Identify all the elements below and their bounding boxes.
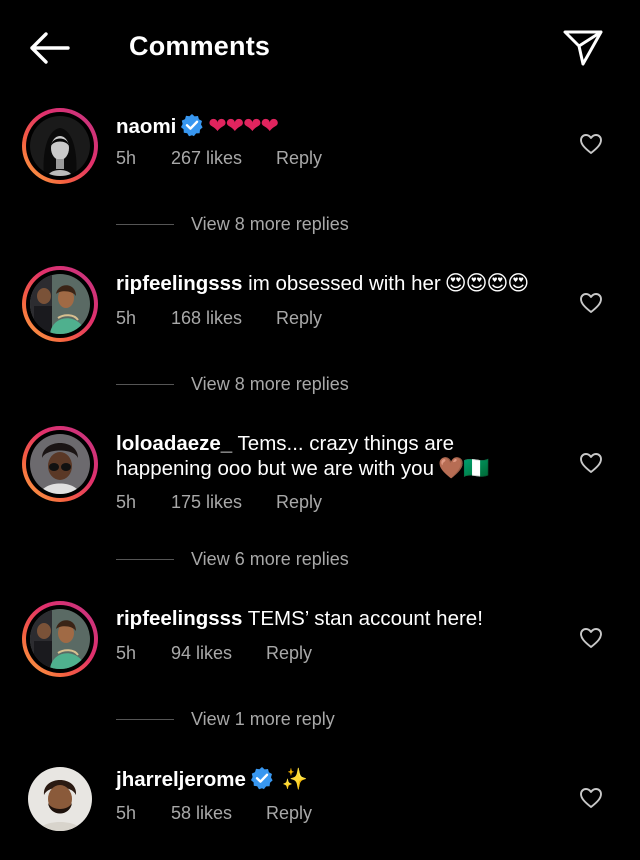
reply-button[interactable]: Reply: [276, 492, 322, 513]
comment-text: jharreljerome ✨: [116, 766, 566, 792]
story-ring[interactable]: [22, 266, 98, 342]
avatar: [30, 434, 90, 494]
divider-line: [116, 224, 174, 225]
like-count[interactable]: 58 likes: [171, 803, 232, 824]
emoji-group: 😍😍😍😍: [444, 272, 530, 295]
comment-username[interactable]: ripfeelingsss: [116, 607, 242, 630]
comment-body-line2: happening ooo but we are with you: [116, 457, 434, 480]
reply-button[interactable]: Reply: [276, 148, 322, 169]
comment-time: 5h: [116, 308, 137, 328]
story-ring[interactable]: [22, 426, 98, 502]
comment-username[interactable]: naomi: [116, 115, 176, 138]
avatar: [28, 767, 92, 831]
like-count[interactable]: 175 likes: [171, 492, 242, 513]
story-ring[interactable]: [22, 601, 98, 677]
divider-line: [116, 719, 174, 720]
comment-body: Tems... crazy things are: [237, 432, 455, 455]
comment-username[interactable]: loloadaeze_: [116, 432, 232, 455]
share-button[interactable]: [562, 27, 604, 67]
avatar-frame[interactable]: [22, 761, 98, 837]
comment-text: naomi ❤❤❤❤: [116, 113, 566, 139]
page-title: Comments: [129, 31, 271, 61]
header-bar: Comments: [0, 0, 640, 96]
like-count[interactable]: 168 likes: [171, 308, 242, 329]
reply-button[interactable]: Reply: [266, 803, 312, 824]
comment-body: im obsessed with her: [248, 272, 441, 295]
avatar: [30, 274, 90, 334]
divider-line: [116, 384, 174, 385]
paper-plane-icon: [563, 30, 603, 66]
story-ring[interactable]: [22, 108, 98, 184]
like-count[interactable]: 94 likes: [171, 643, 232, 664]
divider-line: [116, 559, 174, 560]
arrow-left-icon: [30, 32, 70, 64]
heart-icon[interactable]: [579, 132, 603, 156]
comment-time: 5h: [116, 643, 137, 663]
comment-text: ripfeelingsss im obsessed with her 😍😍😍😍: [116, 271, 566, 296]
comment-text: ripfeelingsss TEMS’ stan account here!: [116, 606, 566, 631]
heart-icon[interactable]: [579, 786, 603, 810]
heart-icon[interactable]: [579, 626, 603, 650]
reply-button[interactable]: Reply: [266, 643, 312, 664]
comment-username[interactable]: ripfeelingsss: [116, 272, 242, 295]
emoji-group: 🤎🇳🇬: [437, 457, 489, 480]
comment-time: 5h: [116, 148, 137, 168]
verified-badge-icon: [250, 767, 273, 790]
heart-icon[interactable]: [579, 291, 603, 315]
reply-button[interactable]: Reply: [276, 308, 322, 329]
comment-text: loloadaeze_ Tems... crazy things are hap…: [116, 431, 566, 481]
comment-time: 5h: [116, 492, 137, 512]
sparkles-emoji: ✨: [281, 768, 308, 791]
comment-username[interactable]: jharreljerome: [116, 768, 246, 791]
avatar: [30, 609, 90, 669]
back-button[interactable]: [26, 30, 72, 66]
like-count[interactable]: 267 likes: [171, 148, 242, 169]
avatar: [30, 116, 90, 176]
verified-badge-icon: [181, 114, 203, 137]
heart-icon[interactable]: [579, 451, 603, 475]
comment-body: TEMS’ stan account here!: [247, 607, 483, 630]
heart-emojis: ❤❤❤❤: [208, 113, 279, 138]
comment-time: 5h: [116, 803, 137, 823]
